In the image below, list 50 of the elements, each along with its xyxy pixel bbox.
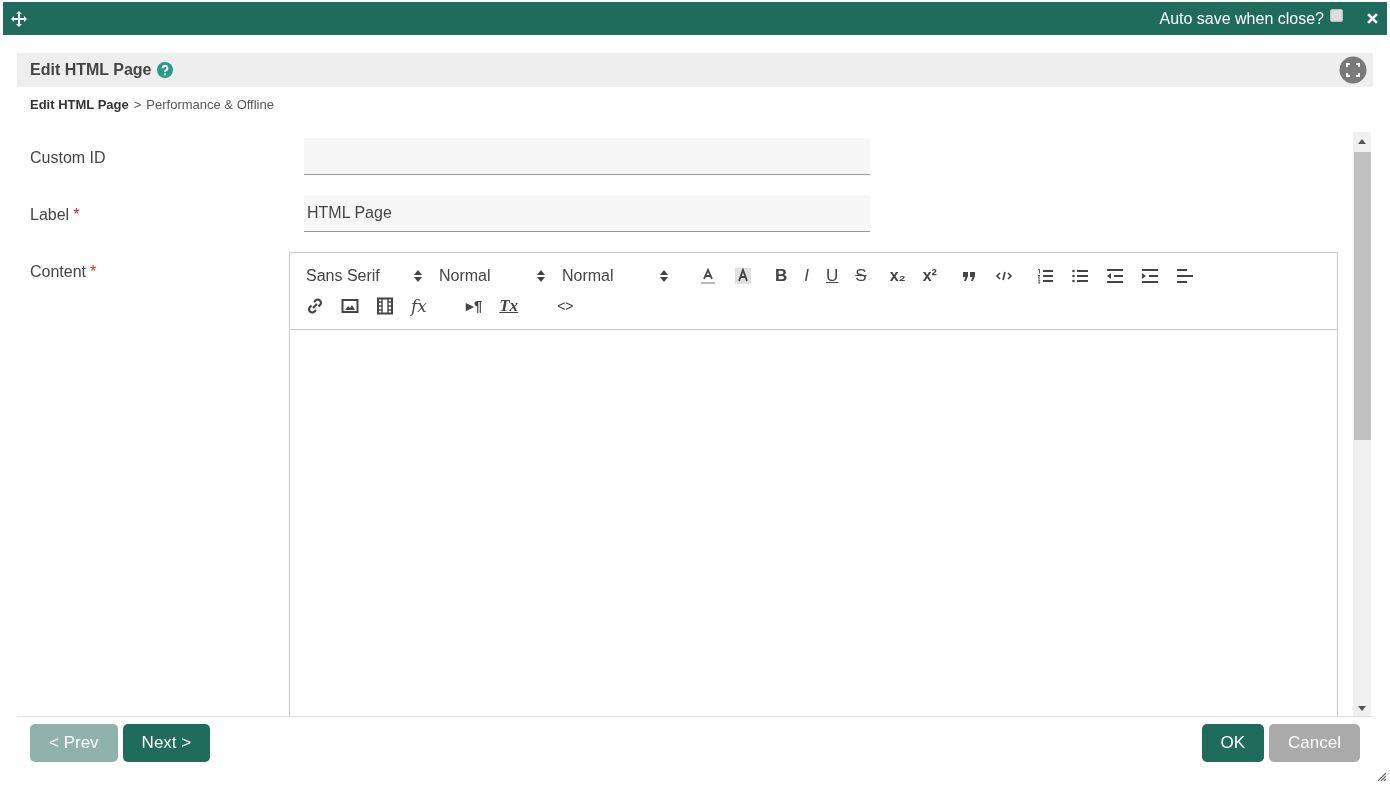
background-color-icon[interactable] xyxy=(734,267,752,285)
panel-title: Edit HTML Page xyxy=(30,61,152,79)
fullscreen-icon[interactable] xyxy=(1339,56,1367,84)
breadcrumb-current[interactable]: Edit HTML Page xyxy=(30,97,129,115)
text-color-icon[interactable] xyxy=(699,267,717,285)
up-down-arrows-icon[interactable] xyxy=(537,270,545,282)
scroll-down-icon[interactable] xyxy=(1358,706,1366,711)
dropdown-picker[interactable]: Normal xyxy=(439,267,545,285)
source-button[interactable]: <> xyxy=(557,296,574,316)
script-button[interactable]: x² xyxy=(922,266,937,286)
auto-save-label: Auto save when close? xyxy=(1159,9,1324,28)
required-mark: * xyxy=(73,206,80,223)
film-icon[interactable] xyxy=(376,297,394,315)
formula-button[interactable]: fx xyxy=(411,296,427,316)
image-icon[interactable] xyxy=(341,297,359,315)
field-label: Label xyxy=(30,206,70,223)
field-label: Custom ID xyxy=(30,149,106,166)
bullet-list-icon[interactable] xyxy=(1070,267,1089,285)
clear-format-button[interactable]: Tx xyxy=(499,296,519,316)
link-icon[interactable] xyxy=(306,297,324,315)
scroll-thumb[interactable] xyxy=(1353,152,1371,440)
next-button[interactable]: Next > xyxy=(122,724,211,762)
align-left-icon[interactable] xyxy=(1175,267,1194,285)
close-icon[interactable] xyxy=(1367,13,1378,24)
format-button[interactable]: I xyxy=(804,266,809,286)
text-direction-button[interactable]: ▸¶ xyxy=(465,296,483,316)
ok-button[interactable]: OK xyxy=(1201,724,1265,762)
field-label: Content xyxy=(30,263,87,280)
scroll-up-icon[interactable] xyxy=(1358,139,1366,144)
move-icon[interactable] xyxy=(11,10,27,27)
up-down-arrows-icon[interactable] xyxy=(414,270,422,282)
dropdown-picker[interactable]: Normal xyxy=(562,267,668,285)
required-mark: * xyxy=(90,263,97,280)
input-field[interactable] xyxy=(304,138,870,175)
outdent-icon[interactable] xyxy=(1105,267,1124,285)
up-down-arrows-icon[interactable] xyxy=(660,270,668,282)
script-button[interactable]: x₂ xyxy=(889,266,906,286)
breadcrumb-step: Performance & Offline xyxy=(146,97,274,115)
scrollbar[interactable] xyxy=(1353,132,1371,716)
format-button[interactable]: U xyxy=(826,266,839,286)
numbered-list-icon[interactable] xyxy=(1035,267,1054,285)
input-field[interactable]: HTML Page xyxy=(304,195,870,232)
format-button[interactable]: S xyxy=(855,266,867,286)
help-icon[interactable] xyxy=(156,62,173,78)
indent-icon[interactable] xyxy=(1140,267,1159,285)
dropdown-picker[interactable]: Sans Serif xyxy=(306,267,422,285)
format-button[interactable]: B xyxy=(775,266,788,286)
breadcrumb-separator: > xyxy=(133,97,142,114)
auto-save-checkbox[interactable] xyxy=(1330,9,1343,22)
resize-grip-icon[interactable] xyxy=(1377,772,1386,781)
